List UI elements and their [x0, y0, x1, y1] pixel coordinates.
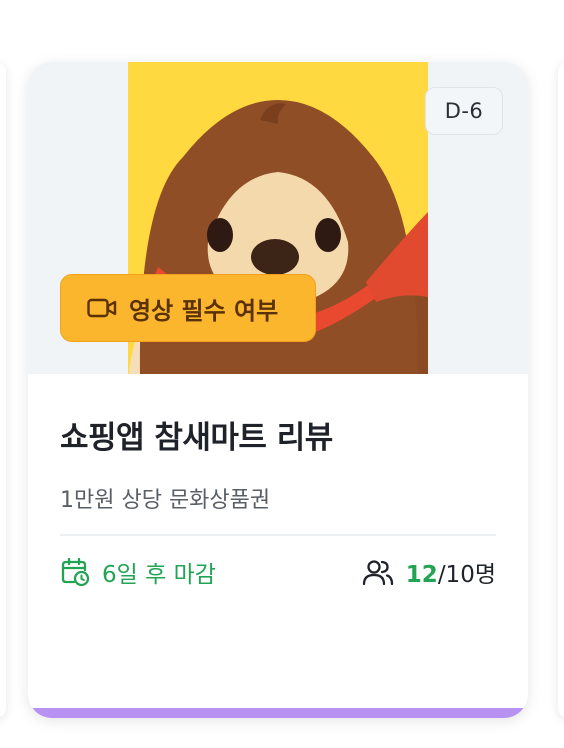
card-thumbnail-area: D-6 영상 필수 여부	[28, 62, 528, 374]
users-icon	[362, 560, 393, 586]
card-bottom-accent-bar	[28, 708, 528, 718]
campaign-reward: 1만원 상당 문화상품권	[60, 488, 271, 513]
video-required-badge: 영상 필수 여부	[60, 274, 316, 342]
d-day-badge: D-6	[425, 87, 503, 135]
previous-card-edge[interactable]	[0, 62, 6, 718]
deadline-label: 6일 후 마감	[102, 562, 216, 588]
video-badge-label: 영상 필수 여부	[129, 296, 279, 325]
deadline-info: 6일 후 마감	[60, 555, 216, 589]
campaign-card[interactable]: D-6 영상 필수 여부 쇼핑앱 참새마트 리뷰 1만원 상당 문화상품권 6일…	[28, 62, 528, 718]
calendar-clock-icon	[61, 557, 90, 587]
next-card-edge[interactable]	[558, 62, 564, 718]
participants-current: 12	[405, 562, 438, 588]
card-divider	[60, 534, 496, 536]
video-camera-icon	[87, 298, 117, 318]
participants-count: 12/10명	[406, 555, 496, 589]
participants-total: /10명	[437, 562, 496, 588]
participants-info: 12/10명	[362, 555, 496, 589]
campaign-title: 쇼핑앱 참새마트 리뷰	[60, 420, 333, 456]
